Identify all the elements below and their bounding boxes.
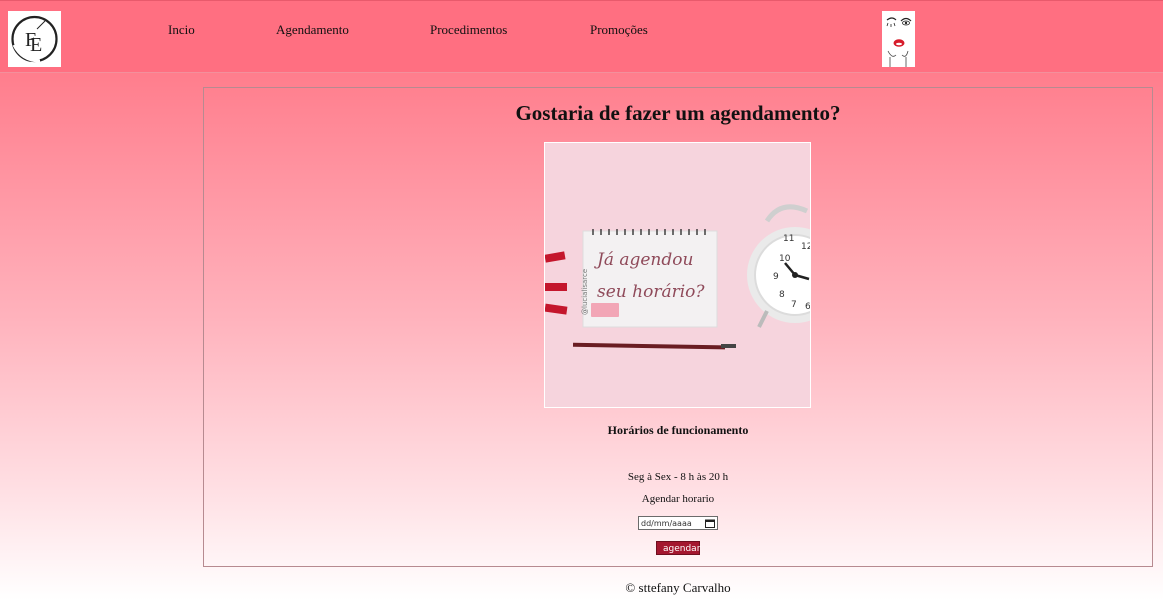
footer-copyright: © sttefany Carvalho [625,580,731,595]
nav-procedimentos[interactable]: Procedimentos [430,22,507,38]
hours-heading: Horários de funcionamento [607,423,749,437]
date-input[interactable]: dd/mm/aaaa [638,516,718,530]
notebook-text-line-1: Já agendou [594,250,693,270]
svg-text:8: 8 [779,290,785,300]
nav-agendamento[interactable]: Agendamento [276,22,349,38]
appointment-notebook-clock-image: Já agendou seu horário? @lucialisarce 12… [544,142,811,408]
nav-inicio[interactable]: Incio [168,22,195,38]
nav-promocoes[interactable]: Promoções [590,22,648,38]
svg-text:6: 6 [805,302,811,312]
notebook-text-line-2: seu horário? [597,282,705,302]
page-title: Gostaria de fazer um agendamento? [515,101,841,125]
svg-text:E: E [30,34,42,56]
svg-text:11: 11 [783,234,794,244]
face-lips-logo-icon [882,11,915,67]
calendar-icon[interactable] [705,519,715,528]
top-header: F E Incio Agendamento Procedimentos Prom… [0,0,1163,73]
svg-text:12: 12 [801,242,811,252]
schedule-submit-button[interactable]: agendar [656,541,700,555]
svg-text:10: 10 [779,254,791,264]
date-placeholder: dd/mm/aaaa [641,518,692,528]
svg-text:9: 9 [773,272,779,282]
schedule-label: Agendar horario [641,493,715,505]
opening-hours: Seg à Sex - 8 h às 20 h [627,471,729,483]
image-watermark: @lucialisarce [581,269,589,315]
svg-text:7: 7 [791,300,797,310]
fe-monogram-logo-icon[interactable]: F E [8,11,61,67]
